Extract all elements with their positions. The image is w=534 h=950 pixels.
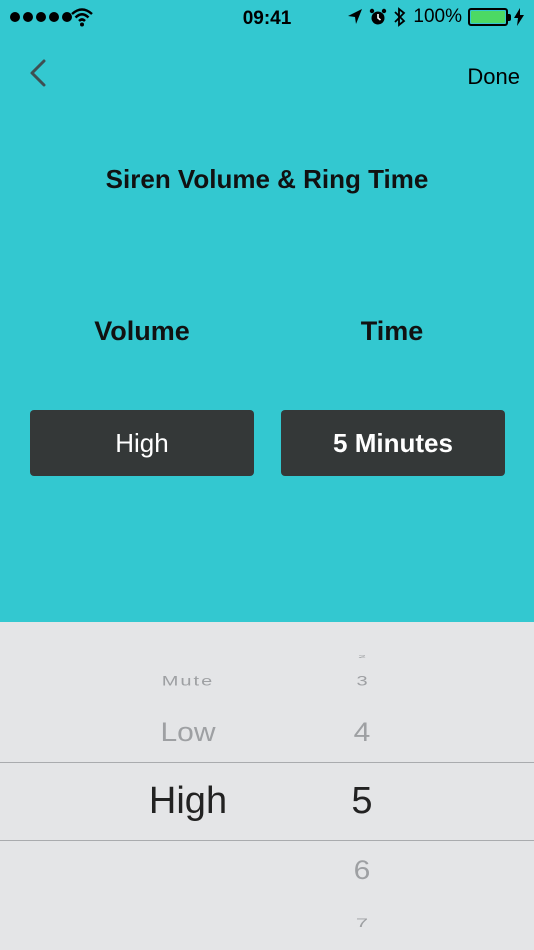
minute-option[interactable]: 3 (312, 673, 412, 689)
page-title: Siren Volume & Ring Time (105, 164, 429, 194)
picker-wheel[interactable]: Mute Low High 2 3 4 5 6 7 (0, 622, 534, 950)
picker-selection-bottom-line (0, 840, 534, 841)
minute-option-selected[interactable]: 5 (312, 780, 412, 823)
status-bar: 09:41 100% (0, 0, 534, 36)
location-arrow-icon (348, 9, 363, 24)
charging-bolt-icon (514, 8, 524, 26)
volume-option[interactable]: Mute (88, 673, 288, 689)
chevron-left-icon (30, 59, 46, 87)
volume-select-button[interactable]: High (30, 410, 254, 476)
bluetooth-icon (394, 7, 406, 27)
done-button[interactable]: Done (467, 64, 520, 90)
back-button[interactable] (24, 56, 54, 92)
minute-option[interactable]: 4 (312, 718, 412, 749)
volume-option-selected[interactable]: High (88, 780, 288, 823)
minute-option[interactable]: 6 (312, 856, 412, 887)
minute-option[interactable]: 2 (312, 653, 412, 659)
battery-fill (471, 11, 505, 23)
volume-option[interactable]: Low (88, 718, 288, 749)
battery-icon (468, 8, 511, 26)
minute-option[interactable]: 7 (312, 916, 412, 930)
battery-percent: 100% (413, 6, 462, 27)
time-select-button[interactable]: 5 Minutes (281, 410, 505, 476)
picker-selection-top-line (0, 762, 534, 763)
time-label: Time (360, 316, 424, 346)
volume-label: Volume (94, 316, 190, 346)
alarm-icon (370, 8, 387, 25)
